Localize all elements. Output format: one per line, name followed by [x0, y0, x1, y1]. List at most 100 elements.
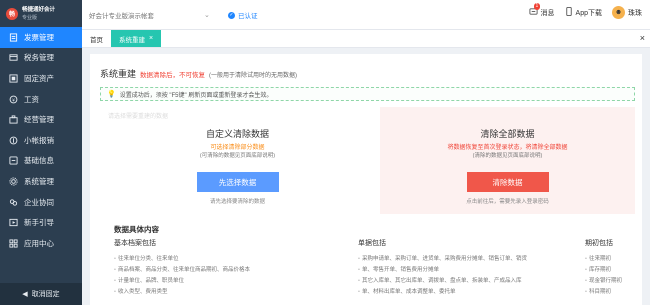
list-item: • 计量单位、品牌、职员单位	[114, 278, 184, 284]
auth-status[interactable]: ✓ 已认证	[228, 10, 258, 20]
messages-badge: 1	[533, 3, 541, 10]
sidebar-item-label: 系统管理	[24, 176, 54, 186]
sidebar-item-app-center[interactable]: 应用中心	[0, 233, 82, 254]
sidebar-item-label: 基础信息	[24, 156, 54, 166]
verified-icon: ✓	[228, 11, 235, 19]
close-icon[interactable]: ×	[149, 35, 153, 42]
data-details: 数据具体内容 基本档案包括 • 往来单位分类、往来单位 • 商品档案、商品分类、往来…	[100, 214, 635, 305]
sidebar-item-basic-info[interactable]: 基础信息	[0, 151, 82, 172]
app-download-label: App下载	[575, 9, 602, 17]
list-item: • 其它入库单、其它出库单、调拨单、盘点单、拆装单、产成品入库	[358, 278, 522, 284]
clear-all-note: (清除的数据见页面底部说明)	[472, 153, 543, 159]
username: 珠珠	[628, 9, 642, 17]
sidebar-item-label: 发票管理	[24, 32, 54, 42]
list-item: • 科目期初	[585, 289, 611, 295]
page-title: 系统重建	[100, 69, 137, 79]
reimburse-icon	[9, 136, 18, 145]
sidebar-item-label: 经营管理	[24, 115, 54, 125]
sidebar-item-asset[interactable]: 固定资产	[0, 68, 82, 89]
lightbulb-icon: 💡	[107, 91, 116, 98]
sidebar-item-label: 新手引导	[24, 218, 54, 228]
brand-version: 专业版	[22, 14, 38, 21]
list-item: • 采购申请单、采购订单、进货单、采购费用分摊单、销售订单、销货	[358, 256, 527, 262]
messages-button[interactable]: 1 消息	[528, 3, 555, 18]
list-item: • 单、材料出库单、成本调整单、委托单	[358, 289, 456, 295]
ghost-title: 请选择需要重建的数据	[108, 114, 169, 120]
notice-bar: 💡 设置成功后，须按 "F5键" 刷新页面或重新登录才会生效。	[100, 87, 635, 101]
sidebar-item-invoice[interactable]: 发票管理	[0, 27, 82, 48]
account-set-select[interactable]	[89, 10, 217, 22]
sidebar: 畅 畅捷通好会计 专业版 发票管理 税务管理 固定资产 ¥ 工资 经营管理 小帐	[0, 0, 82, 305]
notice-text: 设置成功后，须按 "F5键" 刷新页面或重新登录才会生效。	[119, 92, 273, 99]
business-icon	[9, 115, 18, 124]
guide-icon	[9, 218, 18, 227]
column-title: 期初包括	[585, 240, 613, 247]
basic-archive-column: 基本档案包括 • 往来单位分类、往来单位 • 商品档案、商品分类、往来单位商品期初、…	[114, 238, 250, 298]
column-title: 基本档案包括	[114, 240, 156, 247]
sidebar-item-business[interactable]: 经营管理	[0, 109, 82, 130]
sidebar-item-reimburse[interactable]: 小帐报销	[0, 130, 82, 151]
sidebar-item-label: 工资	[24, 94, 39, 104]
sidebar-item-label: 固定资产	[24, 73, 54, 83]
auth-label: 已认证	[238, 13, 258, 20]
messages-label: 消息	[540, 9, 555, 17]
details-title: 数据具体内容	[114, 225, 159, 234]
app-center-icon	[9, 239, 18, 248]
list-item: • 收入类型、费用类型	[114, 289, 168, 295]
custom-clear-hint: 请先选择要清除的数据	[209, 199, 265, 205]
warning-note: (一般用于清除试用时的无用数据)	[209, 73, 298, 79]
column-title: 单据包括	[358, 240, 386, 247]
sidebar-item-label: 应用中心	[24, 238, 54, 248]
tab-bar: 首页 系统重建 × ×	[82, 30, 650, 48]
tab-label: 系统重建	[119, 36, 145, 44]
sidebar-item-collaborate[interactable]: 企业协同	[0, 192, 82, 213]
clear-all-title: 清除全部数据	[480, 129, 535, 139]
list-item: • 往来单位分类、往来单位	[114, 256, 179, 262]
clear-all-desc: 将数据恢复至首次登录状态，将清除全部数据	[447, 145, 568, 151]
tax-icon	[9, 53, 18, 62]
tab-label: 首页	[90, 36, 103, 44]
brand-logo-icon: 畅	[6, 7, 18, 20]
salary-icon: ¥	[9, 95, 18, 104]
sidebar-item-system[interactable]: 系统管理	[0, 171, 82, 192]
custom-clear-desc: 可选择清除部分数据	[210, 145, 265, 151]
sidebar-item-tax[interactable]: 税务管理	[0, 48, 82, 69]
collapse-label: 取消固定	[31, 291, 60, 298]
sidebar-collapse-button[interactable]: ◀ 取消固定	[0, 283, 82, 305]
avatar: ☻	[612, 6, 625, 19]
sidebar-nav: 发票管理 税务管理 固定资产 ¥ 工资 经营管理 小帐报销 基础信息 系统管理	[0, 27, 82, 254]
basic-info-icon	[9, 156, 18, 165]
sidebar-item-label: 企业协同	[24, 197, 54, 207]
warning-text: 数据清除后，不可恢复	[140, 72, 206, 79]
select-data-button[interactable]: 先选择数据	[196, 172, 279, 192]
brand[interactable]: 畅 畅捷通好会计 专业版	[0, 0, 82, 27]
chevron-down-icon[interactable]: ⌄	[204, 11, 210, 19]
collapse-arrow-icon: ◀	[22, 291, 28, 298]
list-item: • 商品档案、商品分类、往来单位商品期初、商品价格本	[114, 267, 250, 273]
tab-home[interactable]: 首页	[82, 30, 111, 47]
brand-name: 畅捷通好会计	[22, 6, 56, 13]
close-all-tabs-icon[interactable]: ×	[640, 33, 645, 43]
sidebar-item-label: 税务管理	[24, 53, 54, 63]
invoice-icon	[9, 33, 18, 42]
list-item: • 往来期初	[585, 256, 611, 262]
app-download-button[interactable]: App下载	[565, 7, 602, 18]
sidebar-item-label: 小帐报销	[24, 135, 54, 145]
custom-clear-note: (可清除的数据见页面底部说明)	[199, 153, 276, 159]
user-menu[interactable]: ☻ 珠珠	[612, 6, 642, 19]
list-item: • 库存期初	[585, 267, 611, 273]
phone-icon	[565, 7, 573, 18]
list-item: • 现金银行期初	[585, 278, 622, 284]
asset-icon	[9, 74, 18, 83]
opening-balance-column: 期初包括 • 往来期初 • 库存期初 • 现金银行期初 • 科目期初	[585, 238, 622, 298]
collaborate-icon	[9, 198, 18, 207]
sidebar-item-guide[interactable]: 新手引导	[0, 212, 82, 233]
top-bar: ⌄ ✓ 已认证 1 消息 App下载 ☻ 珠珠	[82, 0, 650, 30]
sidebar-item-salary[interactable]: ¥ 工资	[0, 89, 82, 110]
gear-icon	[9, 177, 18, 186]
clear-data-button[interactable]: 清除数据	[466, 172, 549, 192]
list-item: • 单、零售开单、销售费用分摊单	[358, 267, 439, 273]
main-panel: 系统重建 数据清除后，不可恢复 (一般用于清除试用时的无用数据) 💡 设置成功后…	[90, 54, 642, 305]
tab-system-rebuild[interactable]: 系统重建 ×	[111, 30, 162, 47]
custom-clear-title: 自定义清除数据	[205, 129, 269, 139]
